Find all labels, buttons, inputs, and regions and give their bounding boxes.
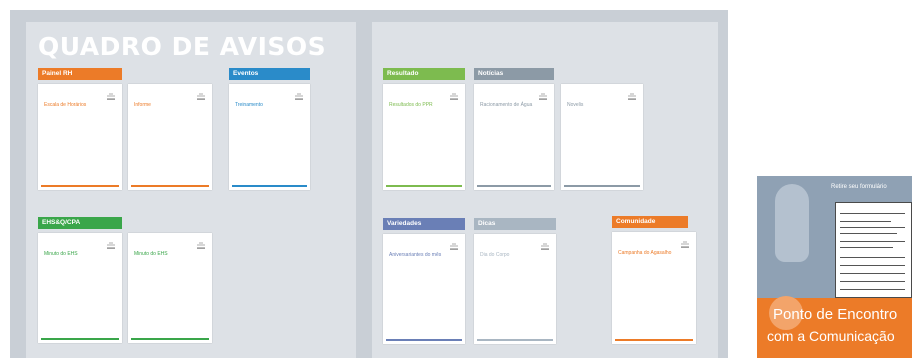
sheet-footer-bar xyxy=(41,185,119,187)
sheet-footer-bar xyxy=(477,339,553,341)
sheet-footer-bar xyxy=(615,339,693,341)
sheet-title: Minuto do EHS xyxy=(44,251,78,257)
tab-noticias: Notícias xyxy=(474,68,554,80)
notice-sheet: Racionamento de Água xyxy=(474,84,554,190)
sheet-title: Dia do Corpo xyxy=(480,252,510,258)
tab-variedades: Variedades xyxy=(383,218,465,230)
novelis-mini-icon xyxy=(628,93,636,100)
sheet-title: Aniversariantes do mês xyxy=(389,252,442,258)
sheet-footer-bar xyxy=(477,185,551,187)
notice-sheet: Novelis xyxy=(561,84,643,190)
novelis-mini-icon xyxy=(681,241,689,248)
sheet-title: Escala de Horários xyxy=(44,102,87,108)
novelis-mini-icon xyxy=(541,243,549,250)
sheet-title: Treinamento xyxy=(235,102,263,108)
stand-title-line2: com a Comunicação xyxy=(767,328,895,344)
novelis-mini-icon xyxy=(107,93,115,100)
tab-comunidade: Comunidade xyxy=(612,216,688,228)
tab-dicas: Dicas xyxy=(474,218,556,230)
novelis-mini-icon xyxy=(450,243,458,250)
sheet-footer-bar xyxy=(131,338,209,340)
tab-painel-rh: Painel RH xyxy=(38,68,122,80)
sheet-footer-bar xyxy=(232,185,307,187)
novelis-mini-icon xyxy=(197,93,205,100)
logo-wordmark: Novelis xyxy=(849,53,887,65)
sheet-footer-bar xyxy=(564,185,640,187)
tab-eventos: Eventos xyxy=(229,68,310,80)
stand-retire-label: Retire seu formulário xyxy=(831,184,887,190)
exclamation-icon xyxy=(775,184,809,262)
tab-ehsq-cpa: EHS&Q/CPA xyxy=(38,217,122,229)
logo-bars-icon xyxy=(842,38,894,52)
board-title: QUADRO DE AVISOS xyxy=(38,32,327,61)
sheet-title: Resultados do PPR xyxy=(389,102,433,108)
novelis-mini-icon xyxy=(295,93,303,100)
sheet-footer-bar xyxy=(131,185,209,187)
sheet-title: Minuto do EHS xyxy=(134,251,168,257)
notice-sheet: Informe xyxy=(128,84,212,190)
sheet-footer-bar xyxy=(386,339,462,341)
stand-title-line1: Ponto de Encontro xyxy=(773,306,898,323)
novelis-mini-icon xyxy=(539,93,547,100)
sheet-footer-bar xyxy=(41,338,119,340)
form-pad[interactable] xyxy=(835,202,912,298)
notice-sheet: Resultados do PPR xyxy=(383,84,465,190)
notice-sheet: Campanha do Agasalho xyxy=(612,232,696,344)
notice-sheet: Minuto do EHS xyxy=(38,233,122,343)
tab-resultado: Resultado xyxy=(383,68,465,80)
sheet-title: Campanha do Agasalho xyxy=(618,250,672,256)
notice-sheet: Minuto do EHS xyxy=(128,233,212,343)
sheet-title: Informe xyxy=(134,102,151,108)
novelis-mini-icon xyxy=(107,242,115,249)
sheet-footer-bar xyxy=(386,185,462,187)
sheet-title: Racionamento de Água xyxy=(480,102,533,108)
notice-sheet: Treinamento xyxy=(229,84,310,190)
communication-stand: Retire seu formulário Ponto de Encontro … xyxy=(757,176,912,358)
novelis-mini-icon xyxy=(197,242,205,249)
notice-sheet: Dia do Corpo xyxy=(474,234,556,344)
novelis-logo: Novelis xyxy=(842,38,894,66)
novelis-mini-icon xyxy=(450,93,458,100)
sheet-title: Novelis xyxy=(567,102,584,108)
notice-sheet: Aniversariantes do mês xyxy=(383,234,465,344)
notice-sheet: Escala de Horários xyxy=(38,84,122,190)
